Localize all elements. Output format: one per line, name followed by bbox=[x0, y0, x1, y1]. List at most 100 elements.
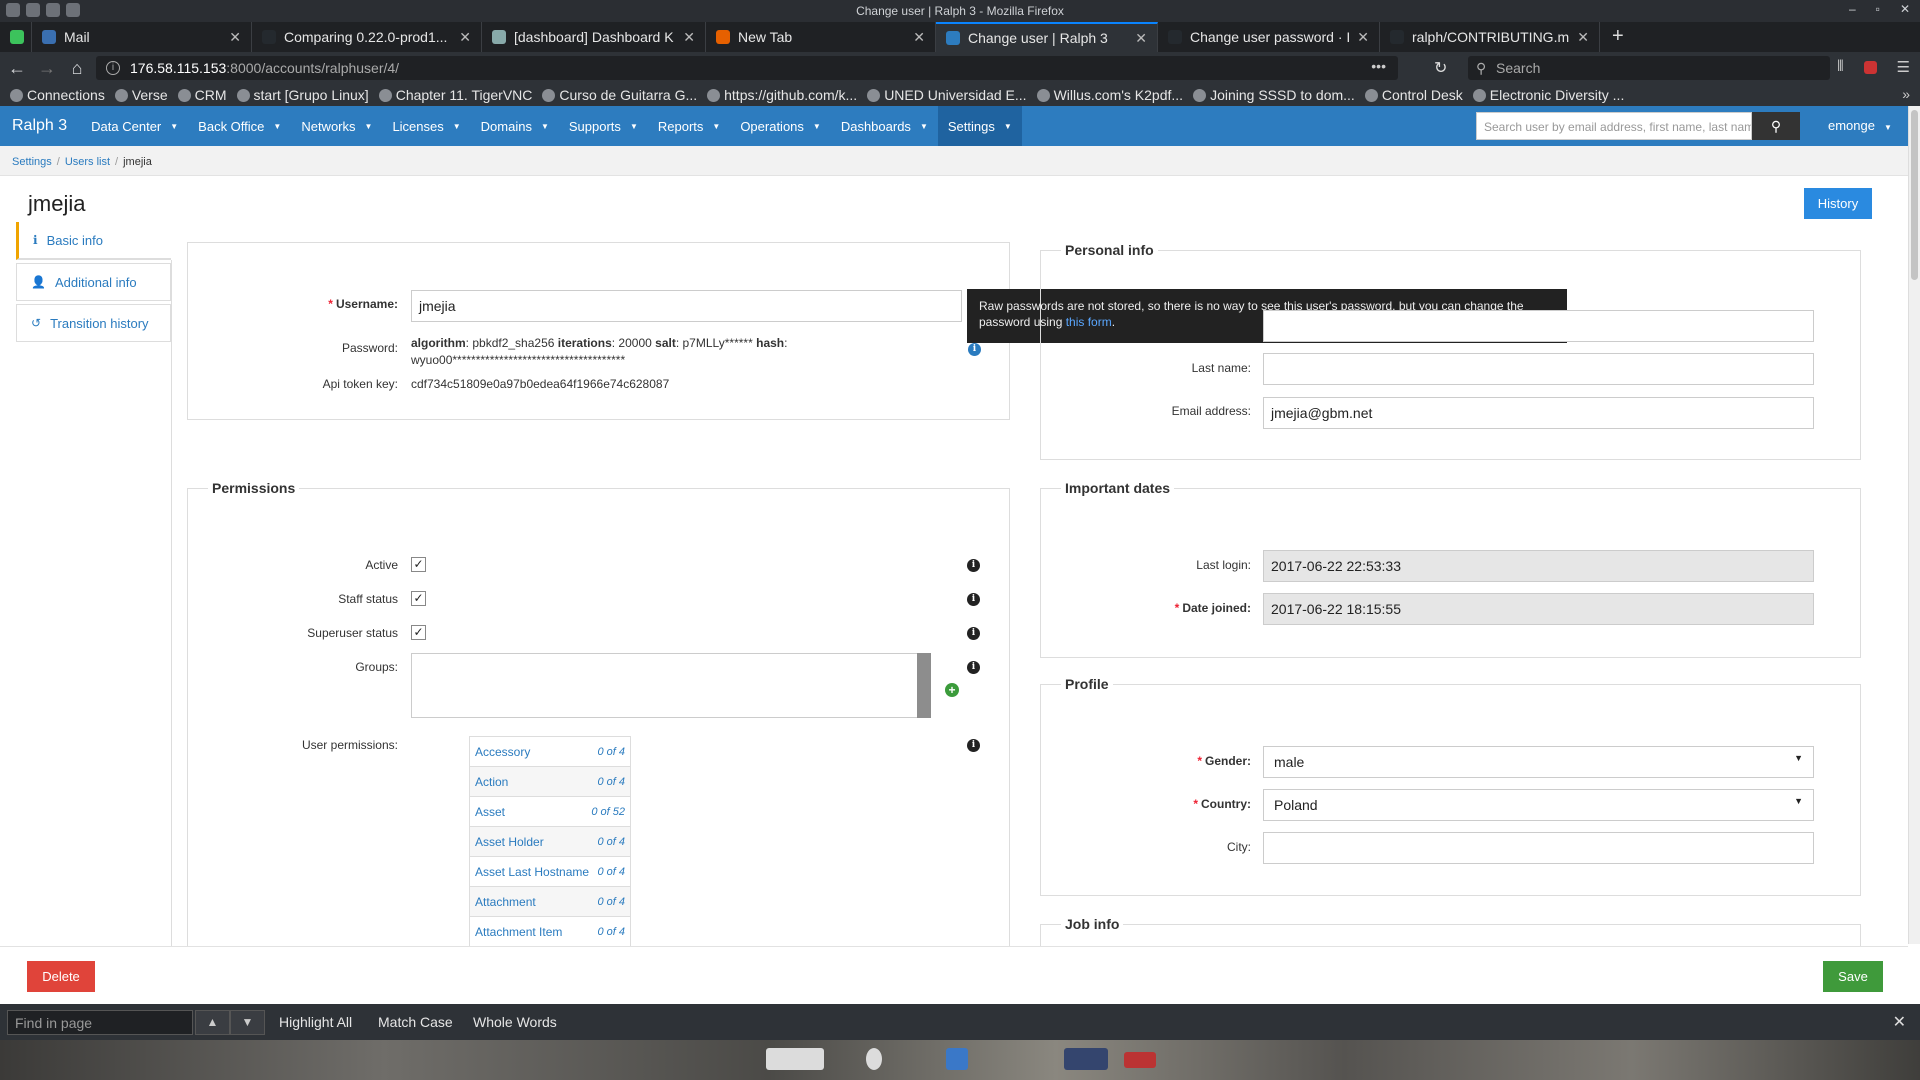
user-search-input[interactable]: Search user by email address, first name… bbox=[1476, 112, 1752, 140]
bookmark[interactable]: start [Grupo Linux] bbox=[236, 87, 369, 103]
add-group-icon[interactable]: + bbox=[945, 683, 959, 697]
bookmark[interactable]: Joining SSSD to dom... bbox=[1193, 87, 1355, 103]
new-tab-icon[interactable]: + bbox=[1612, 25, 1624, 48]
url-bar[interactable]: i 176.58.115.153:8000/accounts/ralphuser… bbox=[96, 56, 1398, 80]
page-actions-icon[interactable]: ••• bbox=[1371, 58, 1386, 74]
permission-name[interactable]: Action bbox=[475, 775, 597, 789]
ublock-icon[interactable] bbox=[1863, 61, 1877, 74]
close-tab-icon[interactable]: ✕ bbox=[1135, 30, 1147, 47]
history-button[interactable]: History bbox=[1804, 188, 1872, 219]
home-icon[interactable]: ⌂ bbox=[64, 58, 90, 79]
brand-logo[interactable]: Ralph 3 bbox=[0, 106, 81, 146]
permission-name[interactable]: Asset Holder bbox=[475, 835, 597, 849]
menu-networks[interactable]: Networks ▼ bbox=[291, 106, 382, 146]
bookmarks-overflow-icon[interactable]: » bbox=[1902, 86, 1910, 102]
bookmark[interactable]: Connections bbox=[10, 87, 105, 103]
browser-search-input[interactable]: ⚲ Search bbox=[1468, 56, 1830, 80]
tab-contributing[interactable]: ralph/CONTRIBUTING.md ✕ bbox=[1380, 22, 1600, 52]
save-button[interactable]: Save bbox=[1823, 961, 1883, 992]
permission-row[interactable]: Accessory 0 of 4 bbox=[470, 737, 630, 767]
groups-scrollbar[interactable] bbox=[917, 653, 931, 718]
tab-mail[interactable]: Mail ✕ bbox=[32, 22, 252, 52]
menu-icon[interactable]: ☰ bbox=[1897, 58, 1910, 76]
menu-licenses[interactable]: Licenses ▼ bbox=[382, 106, 470, 146]
us-flag-icon[interactable] bbox=[1124, 1052, 1156, 1068]
tab-new-tab[interactable]: New Tab ✕ bbox=[706, 22, 936, 52]
permission-row[interactable]: Asset Last Hostname 0 of 4 bbox=[470, 857, 630, 887]
password-info-icon[interactable]: i bbox=[968, 343, 981, 356]
tab-comparing[interactable]: Comparing 0.22.0-prod1... ✕ bbox=[252, 22, 482, 52]
library-icon[interactable]: ⫴ bbox=[1837, 58, 1843, 76]
user-search-button[interactable]: ⚲ bbox=[1752, 112, 1800, 140]
input-method-icon[interactable] bbox=[1064, 1048, 1108, 1070]
close-tab-icon[interactable]: ✕ bbox=[913, 29, 925, 46]
email-field[interactable]: jmejia@gbm.net bbox=[1263, 397, 1814, 429]
whatsapp-pinned-tab[interactable] bbox=[0, 22, 32, 52]
last-name-field[interactable] bbox=[1263, 353, 1814, 385]
permission-row[interactable]: Attachment Item 0 of 4 bbox=[470, 917, 630, 947]
groups-info-icon[interactable]: i bbox=[967, 661, 980, 674]
menu-domains[interactable]: Domains ▼ bbox=[471, 106, 559, 146]
bookmark[interactable]: Control Desk bbox=[1364, 87, 1463, 103]
bookmark[interactable]: Chapter 11. TigerVNC bbox=[378, 87, 532, 103]
permission-name[interactable]: Asset Last Hostname bbox=[475, 865, 597, 879]
find-input[interactable]: Find in page bbox=[7, 1010, 193, 1035]
close-tab-icon[interactable]: ✕ bbox=[683, 29, 695, 46]
back-icon[interactable]: ← bbox=[4, 58, 30, 79]
window-thumbnail-icon[interactable] bbox=[766, 1048, 824, 1070]
permission-name[interactable]: Asset bbox=[475, 805, 591, 819]
bookmark[interactable]: Electronic Diversity ... bbox=[1472, 87, 1624, 103]
forward-icon[interactable]: → bbox=[34, 58, 60, 79]
close-tab-icon[interactable]: ✕ bbox=[229, 29, 241, 46]
minimize-icon[interactable]: – bbox=[1849, 2, 1856, 16]
menu-operations[interactable]: Operations ▼ bbox=[730, 106, 831, 146]
menu-back-office[interactable]: Back Office ▼ bbox=[188, 106, 291, 146]
permission-row[interactable]: Action 0 of 4 bbox=[470, 767, 630, 797]
reload-icon[interactable]: ↻ bbox=[1434, 58, 1447, 78]
bookmark[interactable]: Curso de Guitarra G... bbox=[542, 87, 697, 103]
staff-status-checkbox[interactable]: ✓ bbox=[411, 591, 426, 606]
last-login-field[interactable]: 2017-06-22 22:53:33 bbox=[1263, 550, 1814, 582]
sidenav-additional-info[interactable]: 👤 Additional info bbox=[16, 263, 171, 301]
staff-status-info-icon[interactable]: i bbox=[967, 593, 980, 606]
groups-select[interactable] bbox=[411, 653, 931, 718]
breadcrumb-users-list[interactable]: Users list bbox=[65, 156, 110, 168]
breadcrumb-settings[interactable]: Settings bbox=[12, 156, 52, 168]
bookmark[interactable]: Willus.com's K2pdf... bbox=[1036, 87, 1183, 103]
permission-name[interactable]: Attachment bbox=[475, 895, 597, 909]
sidenav-basic-info[interactable]: ℹ Basic info bbox=[16, 222, 171, 260]
active-checkbox[interactable]: ✓ bbox=[411, 557, 426, 572]
bookmark[interactable]: Verse bbox=[114, 87, 168, 103]
active-info-icon[interactable]: i bbox=[967, 559, 980, 572]
find-next-icon[interactable]: ▼ bbox=[230, 1010, 265, 1035]
menu-reports[interactable]: Reports ▼ bbox=[648, 106, 730, 146]
files-icon[interactable] bbox=[946, 1048, 968, 1070]
bookmark[interactable]: https://github.com/k... bbox=[707, 87, 857, 103]
site-info-icon[interactable]: i bbox=[106, 61, 120, 75]
first-name-field[interactable] bbox=[1263, 310, 1814, 342]
tab-change-user[interactable]: Change user | Ralph 3 ✕ bbox=[936, 22, 1158, 52]
match-case-toggle[interactable]: Match Case bbox=[378, 1014, 453, 1030]
bookmark[interactable]: UNED Universidad E... bbox=[867, 87, 1027, 103]
app-icon[interactable] bbox=[866, 1048, 882, 1070]
country-select[interactable]: Poland ▼ bbox=[1263, 789, 1814, 821]
bookmark[interactable]: CRM bbox=[177, 87, 227, 103]
username-field[interactable]: jmejia bbox=[411, 290, 962, 322]
maximize-icon[interactable]: ▫ bbox=[1876, 2, 1880, 16]
permission-row[interactable]: Attachment 0 of 4 bbox=[470, 887, 630, 917]
permission-name[interactable]: Accessory bbox=[475, 745, 597, 759]
sidenav-transition-history[interactable]: ↺ Transition history bbox=[16, 304, 171, 342]
city-field[interactable] bbox=[1263, 832, 1814, 864]
close-tab-icon[interactable]: ✕ bbox=[459, 29, 471, 46]
menu-dashboards[interactable]: Dashboards ▼ bbox=[831, 106, 938, 146]
user-permissions-info-icon[interactable]: i bbox=[967, 739, 980, 752]
tab-dashboard[interactable]: [dashboard] Dashboard K ✕ bbox=[482, 22, 706, 52]
close-tab-icon[interactable]: ✕ bbox=[1577, 29, 1589, 46]
close-window-icon[interactable]: ✕ bbox=[1900, 2, 1910, 16]
highlight-all-toggle[interactable]: Highlight All bbox=[279, 1014, 352, 1030]
delete-button[interactable]: Delete bbox=[27, 961, 95, 992]
menu-settings[interactable]: Settings ▼ bbox=[937, 106, 1022, 146]
permission-row[interactable]: Asset 0 of 52 bbox=[470, 797, 630, 827]
close-tab-icon[interactable]: ✕ bbox=[1357, 29, 1369, 46]
close-find-icon[interactable]: ✕ bbox=[1893, 1012, 1906, 1032]
